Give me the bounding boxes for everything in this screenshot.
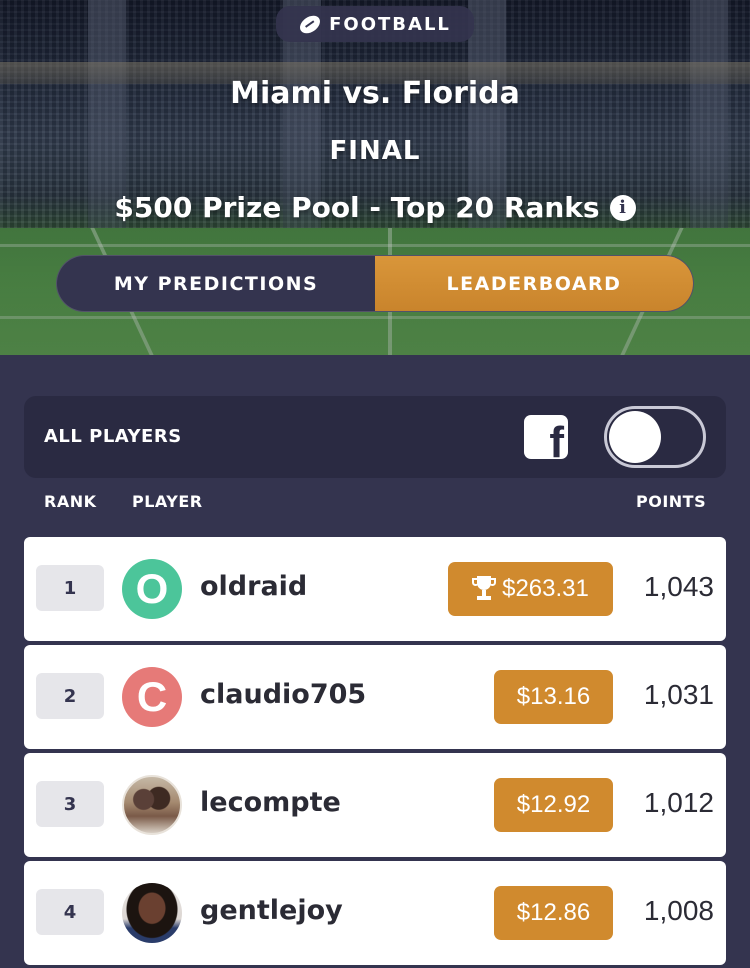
player-filter-bar: ALL PLAYERS f — [24, 396, 726, 478]
leaderboard-row[interactable]: 1 O oldraid $263.31 1,043 — [24, 537, 726, 641]
prize-amount: $263.31 — [502, 575, 589, 602]
points-value: 1,043 — [643, 571, 714, 602]
points-value: 1,031 — [643, 679, 714, 710]
username: claudio705 — [200, 679, 367, 710]
tab-leaderboard[interactable]: LEADERBOARD — [375, 256, 693, 311]
info-icon[interactable]: i — [609, 194, 636, 221]
match-status: FINAL — [329, 136, 421, 166]
column-header-rank: RANK — [44, 492, 97, 511]
username: oldraid — [200, 571, 308, 602]
prize-badge: $12.92 — [494, 778, 613, 832]
rank-badge: 2 — [36, 673, 104, 719]
prize-pool-text: $500 Prize Pool - Top 20 Ranks — [114, 191, 600, 224]
view-tabs: MY PREDICTIONS LEADERBOARD — [56, 255, 694, 312]
prize-badge: $12.86 — [494, 886, 613, 940]
prize-amount: $12.86 — [516, 899, 591, 926]
sport-badge: FOOTBALL — [276, 6, 474, 42]
avatar: O — [122, 559, 182, 619]
trophy-icon — [472, 576, 497, 602]
leaderboard-row[interactable]: 2 C claudio705 $13.16 1,031 — [24, 645, 726, 749]
facebook-icon[interactable]: f — [524, 415, 568, 459]
prize-badge: $13.16 — [494, 670, 613, 724]
username: lecompte — [200, 787, 341, 818]
prize-badge: $263.31 — [448, 562, 613, 616]
filter-label: ALL PLAYERS — [44, 426, 182, 447]
column-header-points: POINTS — [636, 492, 707, 511]
rank-badge: 4 — [36, 889, 104, 935]
rank-badge: 1 — [36, 565, 104, 611]
avatar: C — [122, 667, 182, 727]
leaderboard-row[interactable]: 3 lecompte $12.92 1,012 — [24, 753, 726, 857]
points-value: 1,008 — [643, 895, 714, 926]
avatar-photo — [122, 883, 182, 943]
points-value: 1,012 — [643, 787, 714, 818]
header-hero: FOOTBALL Miami vs. Florida FINAL $500 Pr… — [0, 0, 750, 355]
match-title: Miami vs. Florida — [230, 76, 520, 111]
avatar-photo — [122, 775, 182, 835]
leaderboard-row[interactable]: 4 gentlejoy $12.86 1,008 — [24, 861, 726, 965]
toggle-knob — [609, 411, 661, 463]
prize-pool-line: $500 Prize Pool - Top 20 Ranks i — [0, 191, 750, 224]
rank-badge: 3 — [36, 781, 104, 827]
sport-label: FOOTBALL — [329, 13, 451, 35]
tab-my-predictions[interactable]: MY PREDICTIONS — [57, 256, 375, 311]
column-header-player: PLAYER — [132, 492, 203, 511]
prize-amount: $13.16 — [516, 683, 591, 710]
prize-amount: $12.92 — [516, 791, 591, 818]
friends-toggle[interactable] — [604, 406, 706, 468]
username: gentlejoy — [200, 895, 343, 926]
football-icon — [296, 11, 324, 37]
